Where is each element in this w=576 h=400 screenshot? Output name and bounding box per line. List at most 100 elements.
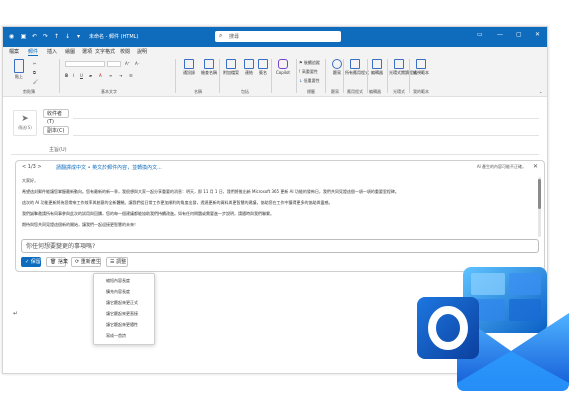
cut-icon[interactable]: ✂ <box>33 61 36 66</box>
menu-options[interactable]: 選項 <box>82 48 92 55</box>
draft-paragraph: 希望這封郵件能讓您掌握最新動向。您有最新的新一季，我很想與大家一起分享重要的消息… <box>22 189 399 194</box>
check-names-button[interactable]: 檢查名稱 <box>199 59 219 76</box>
to-button[interactable]: 收件者(T) <box>43 109 69 125</box>
high-importance-button[interactable]: ! 高重要性 <box>299 69 318 75</box>
apps-label: 所有應用程式 <box>345 70 369 75</box>
font-size-box[interactable] <box>107 61 121 67</box>
qat-more-icon[interactable]: ▾ <box>74 32 83 41</box>
send-icon: ➤ <box>21 114 29 124</box>
immersive-reader-button[interactable]: 光環式閱讀程式 <box>389 59 417 76</box>
paste-button[interactable]: 貼上 <box>9 59 29 80</box>
discard-button[interactable]: 🗑 捨棄 <box>46 257 68 267</box>
menu-format-text[interactable]: 文字格式 <box>95 48 115 55</box>
ribbon-collapse-icon[interactable]: ⌄ <box>539 89 542 94</box>
keep-label: 保留 <box>30 259 41 265</box>
minimize-icon[interactable]: — <box>497 31 503 38</box>
address-book-button[interactable]: 通訊錄 <box>179 59 199 76</box>
cc-button[interactable]: 副本(C) <box>43 126 69 135</box>
redo-icon[interactable]: ↷ <box>41 32 50 41</box>
maximize-icon[interactable]: ▢ <box>516 31 522 38</box>
menu-item-formal[interactable]: 讓它聽起來更正式 <box>106 300 138 306</box>
send-button[interactable]: ➤ 傳送(S) <box>13 110 37 136</box>
shrink-font-icon[interactable]: A⁻ <box>135 61 140 66</box>
draft-scrollbar[interactable] <box>538 177 541 237</box>
align-icon[interactable]: ≡ <box>109 73 112 78</box>
low-importance-button[interactable]: ↓ 低重要性 <box>299 78 320 84</box>
draft-paragraph: 這次的 AI 功能更新將為您帶來工作效率與創意的全新體驗。讓我們從日常工作更加順… <box>22 200 333 205</box>
ribbon-display-icon[interactable]: ▭ <box>477 31 483 38</box>
scrollbar-thumb[interactable] <box>538 179 541 209</box>
copilot-button[interactable]: Copilot <box>273 59 293 75</box>
attach-file-button[interactable]: 附加檔案 <box>221 59 241 76</box>
signature-label: 簽名 <box>259 70 267 75</box>
menu-insert[interactable]: 插入 <box>47 48 57 55</box>
cc-field[interactable] <box>73 135 539 136</box>
close-icon[interactable]: ✕ <box>535 31 540 38</box>
draft-paragraph: 期待與您共同見證這個新的開始，讓我們一起迎接更智慧的未來！ <box>22 222 138 227</box>
group-include: 包括 <box>241 89 249 94</box>
highlight-icon[interactable]: ▰ <box>89 73 92 78</box>
copilot-prompt-link[interactable]: 請翻譯成中文 • 英文於郵件內容，並轉換內文... <box>56 164 162 171</box>
copy-icon[interactable]: ⧉ <box>33 70 36 75</box>
group-basic-text: 基本文字 <box>101 89 117 94</box>
menu-help[interactable]: 說明 <box>137 48 147 55</box>
dictate-button[interactable]: 聽寫 <box>327 59 347 76</box>
italic-icon[interactable]: I <box>73 73 74 78</box>
copilot-header: < 1/3 > 請翻譯成中文 • 英文於郵件內容，並轉換內文... AI 產生的… <box>16 161 544 173</box>
group-tags: 標籤 <box>307 89 315 94</box>
menu-item-lengthen[interactable]: 擴充內容長度 <box>106 289 130 295</box>
outlook-logo-icon <box>417 267 569 391</box>
address-book-label: 通訊錄 <box>183 70 195 75</box>
draft-paragraph: 我們誠摯邀請所有同事參與此次的試用與回饋，您的每一個建議都能協助我們持續改進。如… <box>22 211 274 216</box>
font-color-icon[interactable]: A <box>99 73 102 78</box>
menu-file[interactable]: 檔案 <box>9 48 19 55</box>
copilot-label: Copilot <box>275 70 291 75</box>
group-editor: 編輯器 <box>369 89 381 94</box>
menu-item-poem[interactable]: 寫成一首詩 <box>106 333 126 339</box>
copilot-prompt-input[interactable] <box>22 240 522 252</box>
indent-icon[interactable]: ⇥ <box>119 73 122 78</box>
apps-grid-icon <box>350 59 360 69</box>
paperclip-icon <box>226 59 236 69</box>
save-icon[interactable]: ▣ <box>19 32 28 41</box>
group-names: 名稱 <box>194 89 202 94</box>
keep-button[interactable]: ✓ 保留 <box>21 257 41 267</box>
immersive-reader-icon <box>394 59 404 69</box>
format-painter-icon[interactable]: 🖌 <box>33 79 38 84</box>
editor-button[interactable]: 編輯器 <box>367 59 387 76</box>
subject-field[interactable] <box>11 154 539 155</box>
copilot-prompt-box[interactable] <box>21 239 539 253</box>
draft-navigator[interactable]: < 1/3 > <box>22 164 42 170</box>
font-family-box[interactable] <box>65 61 105 67</box>
grow-font-icon[interactable]: A⁺ <box>125 61 130 66</box>
to-field[interactable] <box>73 118 539 119</box>
all-apps-button[interactable]: 所有應用程式 <box>345 59 369 76</box>
templates-label: 檢視範本 <box>413 70 429 75</box>
close-icon[interactable]: ✕ <box>533 163 538 170</box>
underline-icon[interactable]: U <box>80 73 83 78</box>
regenerate-button[interactable]: ⟳ 重新產生 <box>71 257 101 267</box>
immersive-label: 光環式閱讀程式 <box>389 70 417 75</box>
address-book-icon <box>184 59 194 69</box>
ribbon-separator <box>59 59 60 93</box>
list-icon[interactable]: ☰ <box>129 73 133 78</box>
up-icon[interactable]: ↑ <box>52 32 61 41</box>
menu-item-direct[interactable]: 讓它聽起來更直接 <box>106 311 138 317</box>
adjust-button[interactable]: ☰ 調整 <box>106 257 128 267</box>
view-templates-button[interactable]: 檢視範本 <box>411 59 431 76</box>
menu-bar: 檔案 郵件 插入 繪圖 選項 文字格式 校閱 說明 <box>3 47 547 56</box>
menu-item-shorten[interactable]: 縮短內容長度 <box>106 278 130 284</box>
exclamation-icon: ! <box>299 69 301 74</box>
menu-review[interactable]: 校閱 <box>120 48 130 55</box>
menu-item-casual[interactable]: 讓它聽起來更隨性 <box>106 322 138 328</box>
high-importance-label: 高重要性 <box>301 69 318 74</box>
signature-button[interactable]: 簽名 <box>253 59 273 76</box>
search-box[interactable]: ⌕ 搜尋 <box>215 31 341 42</box>
down-icon[interactable]: ↓ <box>63 32 72 41</box>
menu-message[interactable]: 郵件 <box>28 48 39 56</box>
follow-up-button[interactable]: ⚑ 後續追蹤 <box>299 60 320 66</box>
discard-label: 捨棄 <box>57 259 68 265</box>
menu-draw[interactable]: 繪圖 <box>65 48 75 55</box>
bold-icon[interactable]: B <box>65 73 68 78</box>
undo-icon[interactable]: ↶ <box>30 32 39 41</box>
